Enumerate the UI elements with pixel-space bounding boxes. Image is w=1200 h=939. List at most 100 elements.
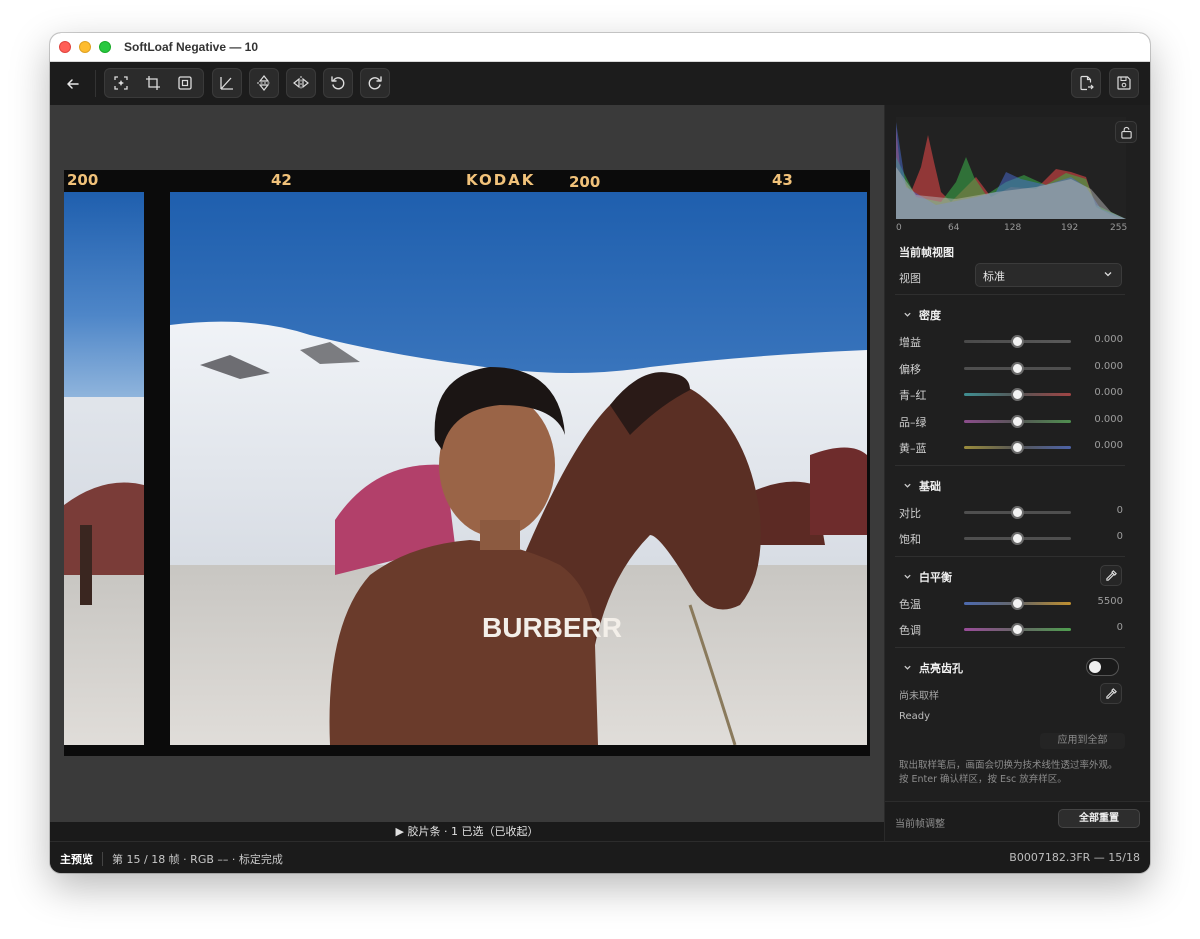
filmstrip-toggle[interactable]: ▶ 胶片条 · 1 已选（已收起） <box>50 822 884 841</box>
histogram-tick: 64 <box>948 223 960 233</box>
app-window: SoftLoaf Negative — 10 BURBERR 200 42 KO… <box>50 33 1150 873</box>
view-select-value: 标准 <box>983 270 1005 283</box>
sprocket-toggle[interactable] <box>1086 658 1119 676</box>
chevron-down-icon <box>904 665 911 670</box>
magenta-green-value: 0.000 <box>1094 414 1123 425</box>
rotate-left-icon <box>331 76 345 90</box>
view-select[interactable]: 标准 <box>975 263 1122 287</box>
auto-frame-icon <box>114 76 128 90</box>
minimize-window-button[interactable] <box>79 41 91 53</box>
svg-text:BURBERR: BURBERR <box>482 612 622 643</box>
histogram-lock-button[interactable] <box>1115 121 1137 143</box>
section-divider <box>895 556 1125 557</box>
focus-frame-button[interactable] <box>169 69 201 97</box>
gain-slider[interactable] <box>964 335 1071 348</box>
slider-handle[interactable] <box>1011 415 1024 428</box>
sample-picker-button[interactable] <box>1100 683 1122 704</box>
film-negative-preview: BURBERR 200 42 KODAK 200 43 <box>64 170 870 756</box>
temperature-label: 色温 <box>899 598 921 611</box>
slider-handle[interactable] <box>1011 335 1024 348</box>
offset-label: 偏移 <box>899 363 921 376</box>
white-balance-title: 白平衡 <box>919 571 952 584</box>
status-bar: 主预览 第 15 / 18 帧 · RGB –– · 标定完成 B0007182… <box>50 841 1150 873</box>
histogram <box>896 117 1126 219</box>
slider-handle[interactable] <box>1011 362 1024 375</box>
angle-icon <box>220 77 233 90</box>
zoom-window-button[interactable] <box>99 41 111 53</box>
rotate-right-button[interactable] <box>360 68 390 98</box>
white-balance-picker-button[interactable] <box>1100 565 1122 586</box>
contrast-value: 0 <box>1116 505 1123 516</box>
unlock-icon <box>1120 126 1132 139</box>
current-frame-adjust-label: 当前帧调整 <box>895 819 945 830</box>
film-edge-label: 42 <box>271 171 292 189</box>
apply-to-all-button[interactable]: 应用到全部 <box>1040 733 1125 749</box>
sampling-hint: 取出取样笔后，画面会切换为技术线性透过率外观。按 Enter 确认样区，按 Es… <box>899 760 1118 785</box>
chevron-down-icon <box>904 574 911 579</box>
reset-all-button[interactable]: 全部重置 <box>1058 809 1140 828</box>
auto-frame-button[interactable] <box>105 69 137 97</box>
film-edge-label: KODAK <box>466 171 535 189</box>
film-edge-label: 43 <box>772 171 793 189</box>
view-label: 视图 <box>899 272 921 285</box>
toolbar <box>50 62 1150 105</box>
frame-tools-group <box>104 68 204 98</box>
export-file-button[interactable] <box>1071 68 1101 98</box>
angle-button[interactable] <box>212 68 242 98</box>
flip-vertical-button[interactable] <box>249 68 279 98</box>
histogram-tick: 255 <box>1110 223 1128 233</box>
view-section-title: 当前帧视图 <box>899 246 954 259</box>
flip-horizontal-icon <box>293 76 309 90</box>
flip-vertical-icon <box>257 75 271 91</box>
rotate-left-button[interactable] <box>323 68 353 98</box>
focus-frame-icon <box>178 76 192 90</box>
yellow-blue-value: 0.000 <box>1094 440 1123 451</box>
cyan-red-value: 0.000 <box>1094 387 1123 398</box>
chevron-down-icon <box>904 312 911 317</box>
gain-label: 增益 <box>899 336 921 349</box>
section-divider <box>895 647 1125 648</box>
basic-title: 基础 <box>919 480 941 493</box>
slider-handle[interactable] <box>1011 388 1024 401</box>
save-button[interactable] <box>1109 68 1139 98</box>
slider-handle[interactable] <box>1011 597 1024 610</box>
magenta-green-slider[interactable] <box>964 415 1071 428</box>
slider-handle[interactable] <box>1011 532 1024 545</box>
histogram-tick: 128 <box>1004 223 1022 233</box>
toolbar-divider <box>95 70 96 97</box>
image-viewer[interactable]: BURBERR 200 42 KODAK 200 43 <box>50 105 884 822</box>
slider-handle[interactable] <box>1011 506 1024 519</box>
chevron-down-icon <box>1104 272 1112 277</box>
flip-horizontal-button[interactable] <box>286 68 316 98</box>
histogram-tick: 0 <box>896 223 902 233</box>
eyedropper-icon <box>1105 688 1117 699</box>
offset-value: 0.000 <box>1094 361 1123 372</box>
temperature-value: 5500 <box>1097 596 1123 607</box>
frame-info: 第 15 / 18 帧 · RGB –– · 标定完成 <box>112 853 283 866</box>
slider-handle[interactable] <box>1011 441 1024 454</box>
cyan-red-slider[interactable] <box>964 388 1071 401</box>
saturation-slider[interactable] <box>964 532 1071 545</box>
crop-icon <box>146 76 160 90</box>
histogram-tick: 192 <box>1061 223 1079 233</box>
tint-value: 0 <box>1116 622 1123 633</box>
slider-handle[interactable] <box>1011 623 1024 636</box>
yellow-blue-label: 黄–蓝 <box>899 442 927 455</box>
tint-slider[interactable] <box>964 623 1071 636</box>
contrast-slider[interactable] <box>964 506 1071 519</box>
back-button[interactable] <box>62 74 84 94</box>
status-divider <box>102 852 103 866</box>
contrast-label: 对比 <box>899 507 921 520</box>
crop-button[interactable] <box>137 69 169 97</box>
section-divider <box>895 465 1125 466</box>
tint-label: 色调 <box>899 624 921 637</box>
density-title: 密度 <box>919 309 941 322</box>
arrow-left-icon <box>67 79 79 89</box>
yellow-blue-slider[interactable] <box>964 441 1071 454</box>
temperature-slider[interactable] <box>964 597 1071 610</box>
close-window-button[interactable] <box>59 41 71 53</box>
offset-slider[interactable] <box>964 362 1071 375</box>
chevron-down-icon <box>904 483 911 488</box>
rotate-right-icon <box>368 76 382 90</box>
adjustment-panel: 0 64 128 192 255 当前帧视图 视图 标准 密度 增益 0.000… <box>884 105 1150 841</box>
